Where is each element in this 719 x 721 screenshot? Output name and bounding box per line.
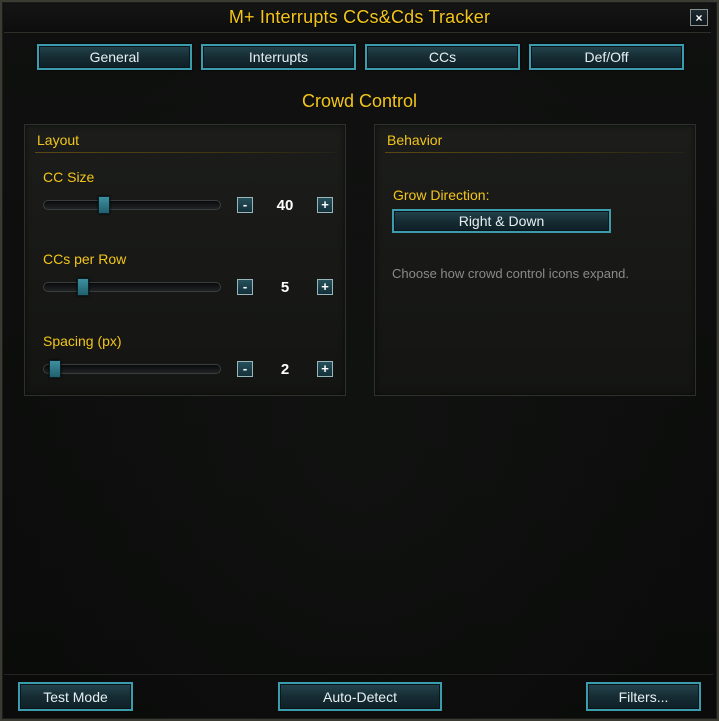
tab-def-off[interactable]: Def/Off	[529, 44, 684, 70]
close-icon: ×	[695, 10, 703, 25]
tab-ccs[interactable]: CCs	[365, 44, 520, 70]
footer-divider	[4, 674, 713, 675]
ccs-per-row-label: CCs per Row	[43, 251, 127, 267]
spacing-label: Spacing (px)	[43, 333, 122, 349]
grow-direction-help-text: Choose how crowd control icons expand.	[392, 266, 630, 281]
spacing-decrease-button[interactable]: -	[237, 361, 253, 377]
behavior-panel: Behavior	[374, 124, 696, 396]
ccs-per-row-increase-button[interactable]: +	[317, 279, 333, 295]
spacing-increase-button[interactable]: +	[317, 361, 333, 377]
section-title: Crowd Control	[301, 91, 418, 111]
ccs-per-row-value: 5	[280, 279, 290, 296]
ccs-per-row-slider-thumb[interactable]	[77, 278, 89, 296]
behavior-panel-divider	[385, 152, 685, 153]
ccs-per-row-slider[interactable]	[43, 278, 221, 296]
cc-size-slider[interactable]	[43, 196, 221, 214]
tab-interrupts[interactable]: Interrupts	[201, 44, 356, 70]
spacing-slider[interactable]	[43, 360, 221, 378]
spacing-value: 2	[280, 361, 290, 378]
cc-size-increase-button[interactable]: +	[317, 197, 333, 213]
tab-general[interactable]: General	[37, 44, 192, 70]
spacing-slider-thumb[interactable]	[49, 360, 61, 378]
cc-size-decrease-button[interactable]: -	[237, 197, 253, 213]
layout-panel-heading: Layout	[37, 132, 80, 148]
auto-detect-button[interactable]: Auto-Detect	[278, 682, 442, 711]
cc-size-label: CC Size	[43, 169, 95, 185]
grow-direction-label: Grow Direction:	[393, 187, 490, 203]
ccs-per-row-decrease-button[interactable]: -	[237, 279, 253, 295]
close-button[interactable]: ×	[690, 9, 708, 26]
test-mode-button[interactable]: Test Mode	[18, 682, 133, 711]
cc-size-slider-thumb[interactable]	[98, 196, 110, 214]
grow-direction-dropdown[interactable]: Right & Down	[392, 209, 611, 233]
behavior-panel-heading: Behavior	[387, 132, 443, 148]
cc-size-value: 40	[276, 197, 294, 214]
window-title: M+ Interrupts CCs&Cds Tracker	[228, 7, 491, 27]
layout-panel-divider	[35, 152, 335, 153]
filters-button[interactable]: Filters...	[586, 682, 701, 711]
